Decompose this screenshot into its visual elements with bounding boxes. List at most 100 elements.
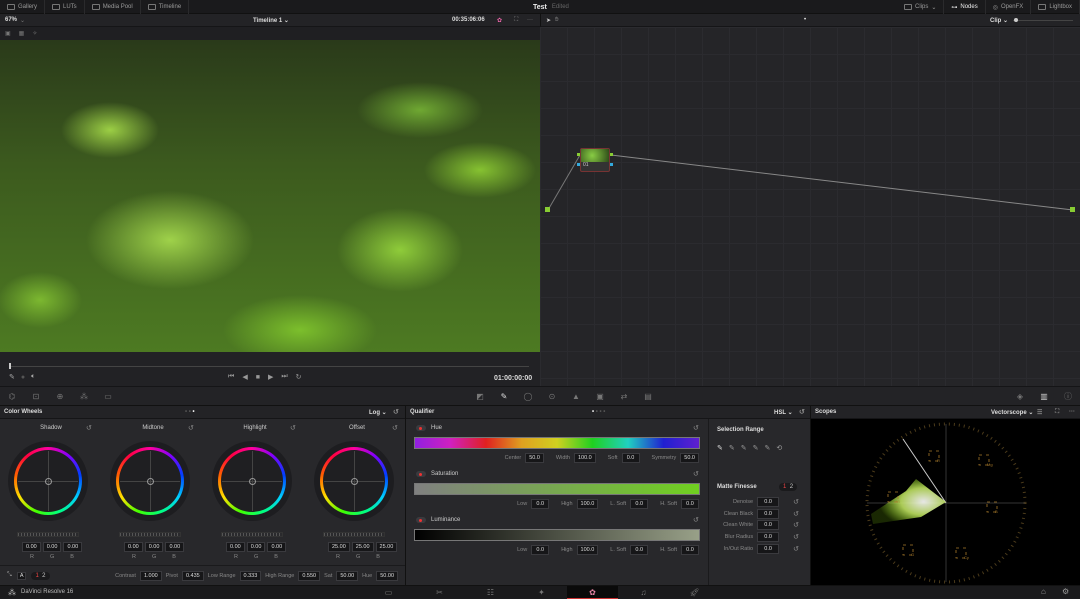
qualifier-icon[interactable]: ✎ bbox=[492, 392, 516, 401]
enable-toggle[interactable] bbox=[416, 517, 426, 523]
param-field[interactable]: 1.000 bbox=[139, 570, 162, 581]
qualifier-range-bar[interactable] bbox=[414, 437, 700, 449]
split-screen-icon[interactable]: ▦ bbox=[19, 30, 25, 37]
matte-field[interactable]: 0.0 bbox=[757, 543, 780, 554]
keyframes-icon[interactable]: ◈ bbox=[1008, 392, 1032, 401]
scope-settings-icon[interactable]: ☰ bbox=[1037, 409, 1042, 416]
param-field[interactable]: 50.00 bbox=[376, 570, 398, 581]
enable-toggle[interactable] bbox=[416, 425, 426, 431]
matte-field[interactable]: 0.0 bbox=[757, 497, 780, 507]
matte-reset-icon[interactable]: ↺ bbox=[793, 533, 799, 541]
wheel-handle[interactable] bbox=[249, 478, 256, 485]
node-zoom-slider[interactable] bbox=[1013, 20, 1073, 21]
feather-plus-icon[interactable]: ✎ bbox=[765, 444, 771, 452]
invert-icon[interactable]: ⟲ bbox=[776, 444, 782, 452]
page-media-button[interactable]: ▭ bbox=[363, 586, 414, 599]
home-icon[interactable]: ⌂ bbox=[1041, 587, 1046, 596]
camera-raw-icon[interactable]: ⌬ bbox=[0, 392, 24, 401]
section-reset-icon[interactable]: ↺ bbox=[693, 516, 699, 524]
lightbox-button[interactable]: Lightbox bbox=[1031, 0, 1080, 14]
page-edit-button[interactable]: ☷ bbox=[465, 586, 516, 599]
color-wheels-icon[interactable]: ⊕ bbox=[48, 392, 72, 401]
reverse-icon[interactable]: ◀︎ bbox=[242, 373, 247, 381]
master-wheel[interactable] bbox=[17, 532, 79, 537]
g-field[interactable]: 25.00 bbox=[351, 542, 374, 552]
b-field[interactable]: 0.00 bbox=[165, 542, 185, 552]
loop-icon[interactable]: ↻ bbox=[296, 373, 302, 381]
window-icon[interactable]: ◯ bbox=[516, 392, 540, 401]
matte-reset-icon[interactable]: ↺ bbox=[793, 545, 799, 553]
master-wheel[interactable] bbox=[119, 532, 181, 537]
qualifier-mode-select[interactable]: HSL ⌄ bbox=[774, 409, 793, 416]
node-key-input[interactable] bbox=[577, 163, 580, 166]
picker-plus-icon[interactable]: ✎ bbox=[741, 444, 747, 452]
motion-effects-icon[interactable]: ▭ bbox=[96, 392, 120, 401]
settings-icon[interactable]: ⚙ bbox=[1062, 587, 1069, 596]
picker-icon[interactable]: ✎ bbox=[717, 444, 723, 452]
curves-icon[interactable]: ◩ bbox=[468, 392, 492, 401]
timeline-select[interactable]: Timeline 1 ⌄ bbox=[253, 17, 289, 24]
clips-button[interactable]: Clips ⌄ bbox=[897, 0, 945, 14]
play-icon[interactable]: ▶︎ bbox=[268, 373, 273, 381]
g-field[interactable]: 0.00 bbox=[246, 542, 266, 552]
node-input[interactable] bbox=[577, 153, 580, 156]
wheel-reset-icon[interactable]: ↺ bbox=[188, 424, 194, 432]
qualifier-field[interactable]: 0.0 bbox=[531, 499, 550, 509]
node-editor[interactable]: 01 bbox=[540, 27, 1080, 386]
wheel-handle[interactable] bbox=[45, 478, 52, 485]
gallery-button[interactable]: Gallery bbox=[0, 0, 46, 14]
media-pool-button[interactable]: Media Pool bbox=[85, 0, 141, 14]
color-match-icon[interactable]: ⊡ bbox=[24, 392, 48, 401]
fullscreen-icon[interactable]: ⛶ bbox=[514, 17, 518, 24]
qualifier-field[interactable]: 0.0 bbox=[681, 499, 699, 509]
color-wheel[interactable] bbox=[110, 441, 190, 521]
page-color-button[interactable]: ✿ bbox=[567, 586, 618, 599]
go-to-end-icon[interactable]: ⏭︎ bbox=[281, 373, 287, 381]
master-wheel[interactable] bbox=[221, 532, 283, 537]
qualifier-field[interactable]: 0.0 bbox=[531, 545, 550, 555]
r-field[interactable]: 0.00 bbox=[124, 542, 143, 552]
page-2-button[interactable]: 2 bbox=[42, 573, 45, 579]
playhead[interactable] bbox=[9, 363, 11, 369]
b-field[interactable]: 25.00 bbox=[375, 542, 398, 552]
qualifier-field[interactable]: 100.0 bbox=[576, 545, 599, 555]
color-wheel[interactable] bbox=[212, 441, 292, 521]
timeline-button[interactable]: Timeline bbox=[141, 0, 190, 14]
qualifier-field[interactable]: 100.0 bbox=[576, 499, 599, 509]
scope-more-icon[interactable]: ··· bbox=[1069, 409, 1075, 415]
node-key-output[interactable] bbox=[610, 163, 613, 166]
matte-field[interactable]: 0.0 bbox=[757, 532, 780, 543]
scope-expand-icon[interactable]: ⛶ bbox=[1055, 409, 1059, 416]
qualifier-field[interactable]: 0.0 bbox=[630, 499, 649, 509]
node-mode-select[interactable]: Clip ⌄ bbox=[990, 17, 1008, 24]
openfx-button[interactable]: ◎ OpenFX bbox=[986, 0, 1032, 14]
wheel-reset-icon[interactable]: ↺ bbox=[290, 424, 296, 432]
r-field[interactable]: 25.00 bbox=[328, 542, 350, 552]
3d-icon[interactable]: ▤ bbox=[636, 392, 660, 401]
g-field[interactable]: 0.00 bbox=[144, 542, 164, 552]
page-fairlight-button[interactable]: ♫ bbox=[618, 586, 669, 599]
matte-field[interactable]: 0.0 bbox=[757, 508, 780, 519]
go-to-start-icon[interactable]: ⏮︎ bbox=[228, 373, 234, 381]
wheel-reset-icon[interactable]: ↺ bbox=[392, 424, 398, 432]
matte-reset-icon[interactable]: ↺ bbox=[793, 510, 799, 518]
mask-icon[interactable]: ● bbox=[21, 374, 25, 381]
zoom-select[interactable]: 67% bbox=[5, 17, 17, 23]
qualifier-field[interactable]: 50.0 bbox=[680, 453, 699, 463]
wheel-reset-icon[interactable]: ↺ bbox=[86, 424, 92, 432]
matte-page-1[interactable]: 1 bbox=[783, 484, 786, 490]
b-field[interactable]: 0.00 bbox=[63, 542, 83, 552]
page-dot[interactable]: • bbox=[804, 17, 806, 23]
param-field[interactable]: 0.435 bbox=[181, 570, 204, 581]
qualifier-field[interactable]: 0.0 bbox=[630, 545, 649, 555]
qualifier-field[interactable]: 100.0 bbox=[573, 453, 596, 463]
page-1-button[interactable]: 1 bbox=[35, 573, 38, 579]
scrubber[interactable] bbox=[9, 366, 529, 367]
param-field[interactable]: 0.550 bbox=[298, 570, 321, 581]
node-01[interactable]: 01 bbox=[580, 148, 610, 172]
rgb-mixer-icon[interactable]: ⁂ bbox=[72, 392, 96, 401]
matte-reset-icon[interactable]: ↺ bbox=[793, 498, 799, 506]
scope-type-select[interactable]: Vectorscope ⌄ bbox=[991, 409, 1033, 416]
color-picker-icon[interactable]: ✿ bbox=[497, 17, 502, 24]
blur-icon[interactable]: ▲ bbox=[564, 392, 588, 401]
